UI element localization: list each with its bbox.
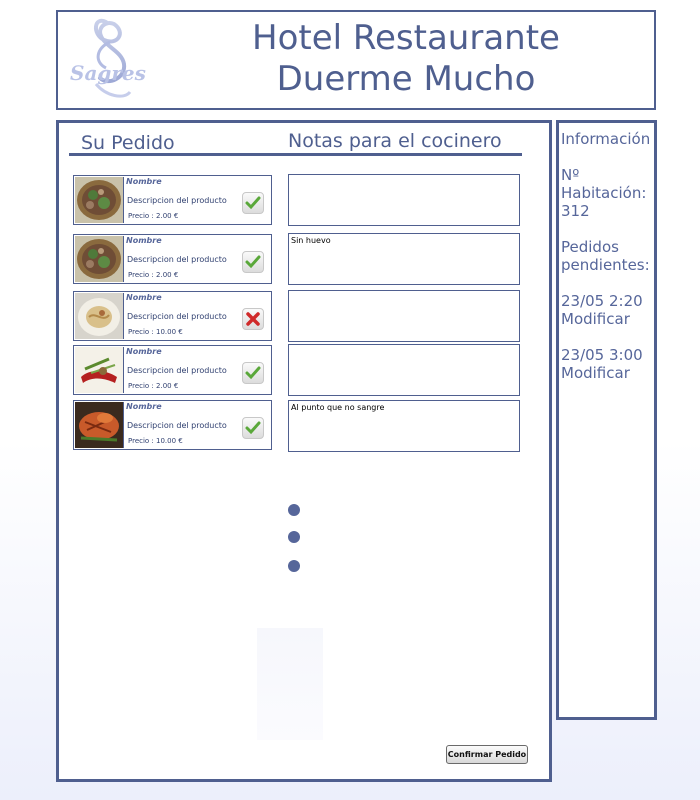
item-description: Descripcion del producto <box>127 421 227 430</box>
sagres-logo: Sagres <box>70 18 146 98</box>
bullet-dot <box>288 504 300 516</box>
room-label-line-2: Habitación: <box>561 184 647 202</box>
check-icon[interactable] <box>242 362 264 384</box>
cook-note-field[interactable] <box>288 290 520 342</box>
pending-order: 23/05 3:00 Modificar <box>559 346 654 382</box>
logo-text: Sagres <box>70 61 146 85</box>
order-item[interactable]: Nombre Descripcion del producto Precio :… <box>73 175 272 225</box>
item-name: Nombre <box>126 236 162 245</box>
check-icon[interactable] <box>242 251 264 273</box>
food-image-garnish <box>75 347 124 393</box>
remove-cross-icon[interactable] <box>242 308 264 330</box>
check-icon[interactable] <box>242 417 264 439</box>
page-title: Hotel Restaurante Duerme Mucho <box>168 18 644 100</box>
order-item[interactable]: Nombre Descripcion del producto Precio :… <box>73 234 272 284</box>
order-item[interactable]: Nombre Descripcion del producto Precio :… <box>73 345 272 395</box>
check-icon[interactable] <box>242 192 264 214</box>
modify-link[interactable]: Modificar <box>561 310 630 328</box>
cook-note-field[interactable]: Sin huevo <box>288 233 520 285</box>
title-line-2: Duerme Mucho <box>276 59 536 99</box>
item-description: Descripcion del producto <box>127 255 227 264</box>
item-price: Precio : 2.00 € <box>128 271 179 279</box>
food-image-salad <box>75 236 124 282</box>
room-number: 312 <box>561 202 590 220</box>
item-price: Precio : 2.00 € <box>128 212 179 220</box>
order-item[interactable]: Nombre Descripcion del producto Precio :… <box>73 291 272 341</box>
item-description: Descripcion del producto <box>127 366 227 375</box>
cook-note-field[interactable]: Al punto que no sangre <box>288 400 520 452</box>
room-label: Nº Habitación: 312 <box>559 166 654 220</box>
order-heading: Su Pedido <box>81 132 175 154</box>
order-item[interactable]: Nombre Descripcion del producto Precio :… <box>73 400 272 450</box>
food-image-salad <box>75 177 124 223</box>
pending-order-time: 23/05 3:00 <box>561 346 643 364</box>
food-image-pasta <box>75 293 124 339</box>
pending-order: 23/05 2:20 Modificar <box>559 292 654 328</box>
item-price: Precio : 2.00 € <box>128 382 179 390</box>
room-label-line-1: Nº <box>561 166 580 184</box>
item-name: Nombre <box>126 177 162 186</box>
item-name: Nombre <box>126 347 162 356</box>
cook-note-field[interactable] <box>288 174 520 226</box>
faded-placeholder <box>257 628 323 740</box>
food-image-grilled <box>75 402 124 448</box>
pending-orders-label: Pedidos pendientes: <box>559 238 654 274</box>
pending-label-line-2: pendientes: <box>561 256 650 274</box>
confirm-order-button[interactable]: Confirmar Pedido <box>446 745 528 764</box>
item-description: Descripcion del producto <box>127 196 227 205</box>
info-heading: Información <box>561 130 651 148</box>
item-name: Nombre <box>126 293 162 302</box>
info-sidebar: Información Nº Habitación: 312 Pedidos p… <box>556 120 657 720</box>
order-panel: Su Pedido Notas para el cocinero Nombre … <box>56 120 552 782</box>
bullet-dot <box>288 531 300 543</box>
cook-note-text: Al punto que no sangre <box>291 403 385 412</box>
pending-order-time: 23/05 2:20 <box>561 292 643 310</box>
title-line-1: Hotel Restaurante <box>252 18 560 58</box>
cook-note-field[interactable] <box>288 344 520 396</box>
pending-label-line-1: Pedidos <box>561 238 619 256</box>
heading-divider <box>69 153 522 156</box>
modify-link[interactable]: Modificar <box>561 364 630 382</box>
item-price: Precio : 10.00 € <box>128 437 183 445</box>
notes-heading: Notas para el cocinero <box>288 130 502 152</box>
header: Sagres Hotel Restaurante Duerme Mucho <box>56 10 656 110</box>
item-description: Descripcion del producto <box>127 312 227 321</box>
item-price: Precio : 10.00 € <box>128 328 183 336</box>
cook-note-text: Sin huevo <box>291 236 331 245</box>
bullet-dot <box>288 560 300 572</box>
item-name: Nombre <box>126 402 162 411</box>
